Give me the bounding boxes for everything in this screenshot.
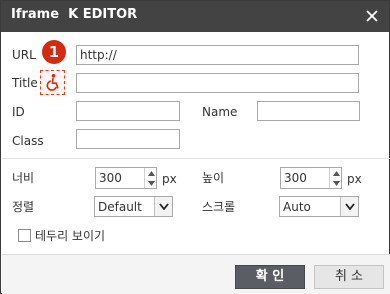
url-input[interactable]: http:// bbox=[76, 45, 359, 65]
height-unit: px bbox=[347, 172, 362, 186]
width-stepper[interactable]: 300 bbox=[95, 167, 157, 189]
width-value: 300 bbox=[99, 171, 122, 185]
stepper-up-icon[interactable] bbox=[145, 168, 157, 178]
height-value: 300 bbox=[284, 171, 307, 185]
id-label: ID bbox=[12, 105, 25, 119]
cancel-button[interactable]: 취 소 bbox=[314, 265, 384, 289]
title-input[interactable] bbox=[76, 73, 359, 93]
name-input[interactable] bbox=[257, 101, 360, 121]
wheelchair-icon bbox=[46, 74, 59, 91]
scroll-label: 스크롤 bbox=[202, 200, 236, 214]
stepper-down-icon[interactable] bbox=[145, 178, 157, 188]
width-unit: px bbox=[162, 172, 177, 186]
scroll-value: Auto bbox=[283, 200, 311, 214]
id-input[interactable] bbox=[76, 101, 180, 121]
title-label: Title bbox=[12, 76, 38, 90]
dialog-title: Iframe K EDITOR bbox=[11, 7, 138, 22]
dialog-footer: 확 인 취 소 bbox=[2, 254, 390, 294]
class-label: Class bbox=[12, 134, 44, 148]
confirm-button[interactable]: 확 인 bbox=[235, 265, 305, 289]
dialog-titlebar[interactable]: Iframe K EDITOR bbox=[1, 1, 389, 32]
accessibility-marker[interactable] bbox=[40, 70, 65, 95]
chevron-down-icon[interactable] bbox=[154, 197, 172, 216]
border-checkbox[interactable] bbox=[18, 229, 31, 242]
chevron-down-icon[interactable] bbox=[340, 197, 358, 216]
stepper-up-icon[interactable] bbox=[330, 168, 342, 178]
width-label: 너비 bbox=[12, 171, 35, 185]
stepper-down-icon[interactable] bbox=[330, 178, 342, 188]
class-input[interactable] bbox=[76, 129, 180, 149]
section-divider bbox=[2, 158, 390, 159]
name-label: Name bbox=[202, 105, 238, 119]
height-stepper[interactable]: 300 bbox=[280, 167, 342, 189]
url-label: URL bbox=[12, 48, 36, 62]
align-select[interactable]: Default bbox=[94, 196, 173, 217]
step-number-badge: 1 bbox=[42, 40, 66, 64]
align-value: Default bbox=[98, 200, 142, 214]
scroll-select[interactable]: Auto bbox=[279, 196, 359, 217]
close-icon[interactable] bbox=[363, 7, 381, 25]
border-checkbox-label[interactable]: 테두리 보이기 bbox=[35, 229, 105, 243]
height-label: 높이 bbox=[202, 171, 225, 185]
iframe-dialog: Iframe K EDITOR URL http:// 1 Title ID N… bbox=[0, 0, 390, 294]
align-label: 정렬 bbox=[12, 200, 35, 214]
